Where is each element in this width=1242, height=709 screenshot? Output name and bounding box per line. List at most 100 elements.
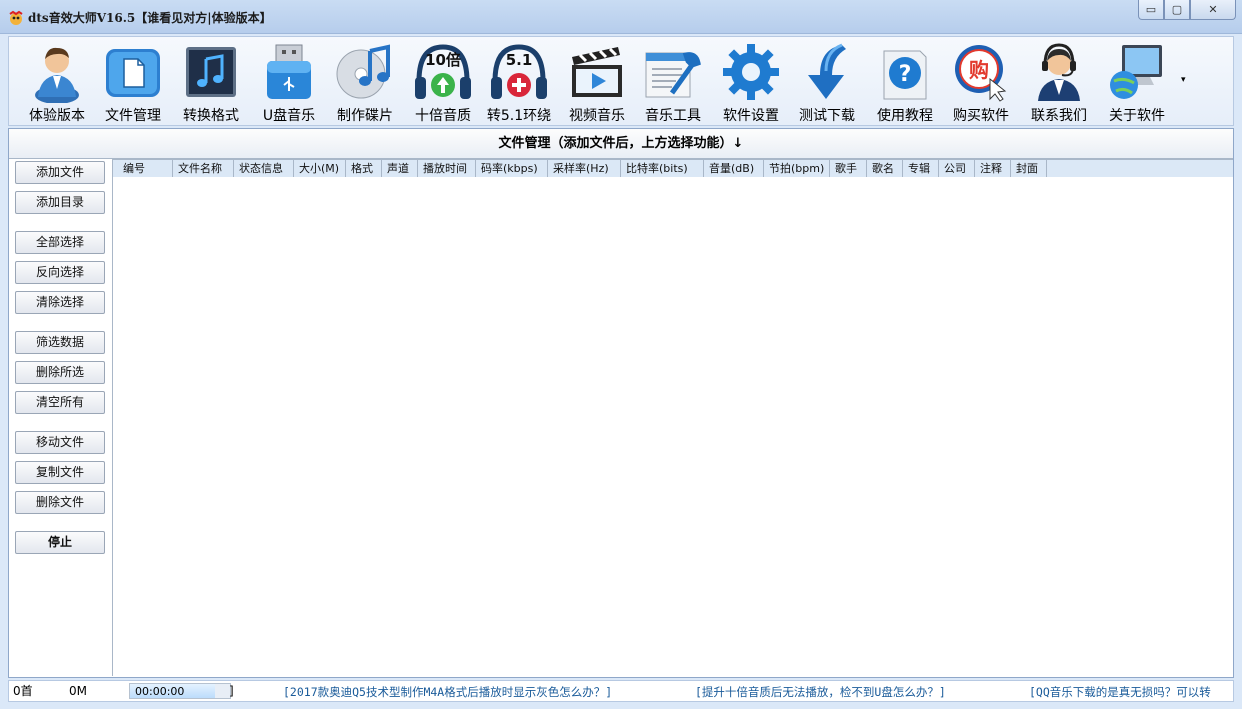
clear-selection-button[interactable]: 清除选择: [15, 291, 105, 314]
tool-usb-music[interactable]: U盘音乐: [251, 41, 327, 125]
app-logo-icon: [9, 10, 23, 25]
total-size: 0M: [69, 684, 87, 698]
column-header-id[interactable]: 编号: [113, 160, 173, 177]
minimize-icon: ▭: [1145, 3, 1157, 16]
tip-link-3[interactable]: [QQ音乐下载的是真无损吗？可以转: [1029, 684, 1211, 700]
tip-link-2[interactable]: [提升十倍音质后无法播放，检不到U盘怎么办？]: [695, 684, 946, 700]
window-controls: ▭ ▢ ✕: [1138, 0, 1236, 20]
tool-label: 转换格式: [183, 108, 239, 124]
status-bar: 0首 0M 00:00:00 ] [2017款奥迪Q5技术型制作M4A格式后播放…: [8, 680, 1234, 702]
column-header-comment[interactable]: 注释: [975, 160, 1011, 177]
tool-make-disc[interactable]: 制作碟片: [327, 41, 403, 125]
add-file-button[interactable]: 添加文件: [15, 161, 105, 184]
column-header-filename[interactable]: 文件名称: [173, 160, 234, 177]
tool-label: 购买软件: [953, 108, 1009, 124]
badge-text: 5.1: [506, 51, 533, 69]
tool-surround-51[interactable]: 5.1 转5.1环绕: [481, 41, 557, 125]
copy-file-button[interactable]: 复制文件: [15, 461, 105, 484]
table-header: 编号 文件名称 状态信息 大小(M) 格式 声道 播放时间 码率(kbps) 采…: [113, 160, 1233, 177]
column-header-company[interactable]: 公司: [939, 160, 975, 177]
tool-tenfold-quality[interactable]: 10倍 十倍音质: [405, 41, 481, 125]
computer-globe-icon: [1110, 45, 1162, 99]
close-icon: ✕: [1208, 3, 1218, 16]
invert-selection-button[interactable]: 反向选择: [15, 261, 105, 284]
maximize-button[interactable]: ▢: [1164, 0, 1190, 20]
tool-label: U盘音乐: [262, 108, 316, 124]
tip-link-1[interactable]: [2017款奥迪Q5技术型制作M4A格式后播放时显示灰色怎么办？]: [283, 684, 612, 700]
filter-data-button[interactable]: 筛选数据: [15, 331, 105, 354]
tool-convert-format[interactable]: 转换格式: [173, 41, 249, 125]
column-header-album[interactable]: 专辑: [903, 160, 939, 177]
move-file-button[interactable]: 移动文件: [15, 431, 105, 454]
column-header-format[interactable]: 格式: [346, 160, 382, 177]
tools-icon: [645, 52, 701, 98]
support-agent-icon: [1038, 43, 1080, 101]
sidebar: 添加文件 添加目录 全部选择 反向选择 清除选择 筛选数据 删除所选 清空所有 …: [9, 159, 112, 677]
toolbar-overflow-icon[interactable]: ▾: [1181, 75, 1191, 85]
tool-trial-version[interactable]: 体验版本: [19, 41, 95, 125]
tool-video-music[interactable]: 视频音乐: [559, 41, 635, 125]
file-table[interactable]: 编号 文件名称 状态信息 大小(M) 格式 声道 播放时间 码率(kbps) 采…: [112, 159, 1233, 676]
delete-file-button[interactable]: 删除文件: [15, 491, 105, 514]
section-title: 文件管理（添加文件后，上方选择功能）↓: [9, 129, 1233, 159]
minimize-button[interactable]: ▭: [1138, 0, 1164, 20]
tool-label: 关于软件: [1109, 108, 1165, 124]
tool-about-software[interactable]: 关于软件: [1099, 41, 1175, 125]
title-bar: dts音效大师V16.5【谁看见对方|体验版本】 ▭ ▢ ✕: [0, 0, 1242, 34]
headphones-51-icon: 5.1: [491, 44, 547, 99]
tool-label: 联系我们: [1031, 108, 1087, 124]
headphones-10x-icon: 10倍: [415, 44, 471, 99]
tool-file-manage[interactable]: 文件管理: [95, 41, 171, 125]
tool-label: 文件管理: [105, 108, 161, 124]
clear-all-button[interactable]: 清空所有: [15, 391, 105, 414]
download-arrow-icon: [808, 43, 846, 99]
column-header-size[interactable]: 大小(M): [294, 160, 346, 177]
column-header-status[interactable]: 状态信息: [234, 160, 294, 177]
tool-test-download[interactable]: 测试下载: [789, 41, 865, 125]
total-duration: 00:00:00: [135, 685, 185, 698]
column-header-samplerate[interactable]: 采样率(Hz): [548, 160, 621, 177]
column-header-channels[interactable]: 声道: [382, 160, 418, 177]
tool-label: 软件设置: [723, 108, 779, 124]
stop-button[interactable]: 停止: [15, 531, 105, 554]
usb-icon: [267, 44, 311, 99]
column-header-song[interactable]: 歌名: [867, 160, 903, 177]
tool-label: 视频音乐: [569, 108, 625, 124]
column-header-bitrate[interactable]: 码率(kbps): [476, 160, 548, 177]
column-header-tempo[interactable]: 节拍(bpm): [764, 160, 830, 177]
clapper-icon: [572, 47, 622, 97]
select-all-button[interactable]: 全部选择: [15, 231, 105, 254]
tool-label: 十倍音质: [415, 108, 471, 124]
gear-icon: [723, 44, 779, 100]
tool-buy-software[interactable]: 购 购买软件: [943, 41, 1019, 125]
svg-text:?: ?: [899, 62, 912, 87]
badge-text: 购: [969, 58, 989, 82]
disc-icon: [336, 44, 390, 99]
tool-label: 音乐工具: [645, 108, 701, 124]
tool-label: 制作碟片: [337, 108, 393, 124]
main-toolbar: 体验版本 文件管理 转换格式 U盘音乐 制作碟片 10倍 十倍音质 5.1 转5…: [8, 36, 1234, 126]
tool-contact-us[interactable]: 联系我们: [1021, 41, 1097, 125]
progress-end: ]: [229, 684, 234, 698]
column-header-volume[interactable]: 音量(dB): [704, 160, 764, 177]
tool-label: 使用教程: [877, 108, 933, 124]
tool-label: 体验版本: [29, 108, 85, 124]
tool-label: 转5.1环绕: [486, 108, 552, 124]
column-header-bitdepth[interactable]: 比特率(bits): [621, 160, 704, 177]
delete-selected-button[interactable]: 删除所选: [15, 361, 105, 384]
tool-tutorial[interactable]: ? 使用教程: [867, 41, 943, 125]
tool-software-settings[interactable]: 软件设置: [713, 41, 789, 125]
column-header-artist[interactable]: 歌手: [830, 160, 867, 177]
add-folder-button[interactable]: 添加目录: [15, 191, 105, 214]
music-note-icon: [186, 47, 236, 97]
progress-bar: 00:00:00: [129, 683, 231, 699]
close-button[interactable]: ✕: [1190, 0, 1236, 20]
column-header-cover[interactable]: 封面: [1011, 160, 1047, 177]
window-title: dts音效大师V16.5【谁看见对方|体验版本】: [28, 11, 272, 25]
tool-music-tools[interactable]: 音乐工具: [635, 41, 711, 125]
user-icon: [35, 47, 79, 103]
file-manager-panel: 文件管理（添加文件后，上方选择功能）↓ 添加文件 添加目录 全部选择 反向选择 …: [8, 128, 1234, 678]
column-header-duration[interactable]: 播放时间: [418, 160, 476, 177]
file-count: 0首: [13, 684, 33, 698]
buy-icon: 购: [955, 45, 1007, 102]
